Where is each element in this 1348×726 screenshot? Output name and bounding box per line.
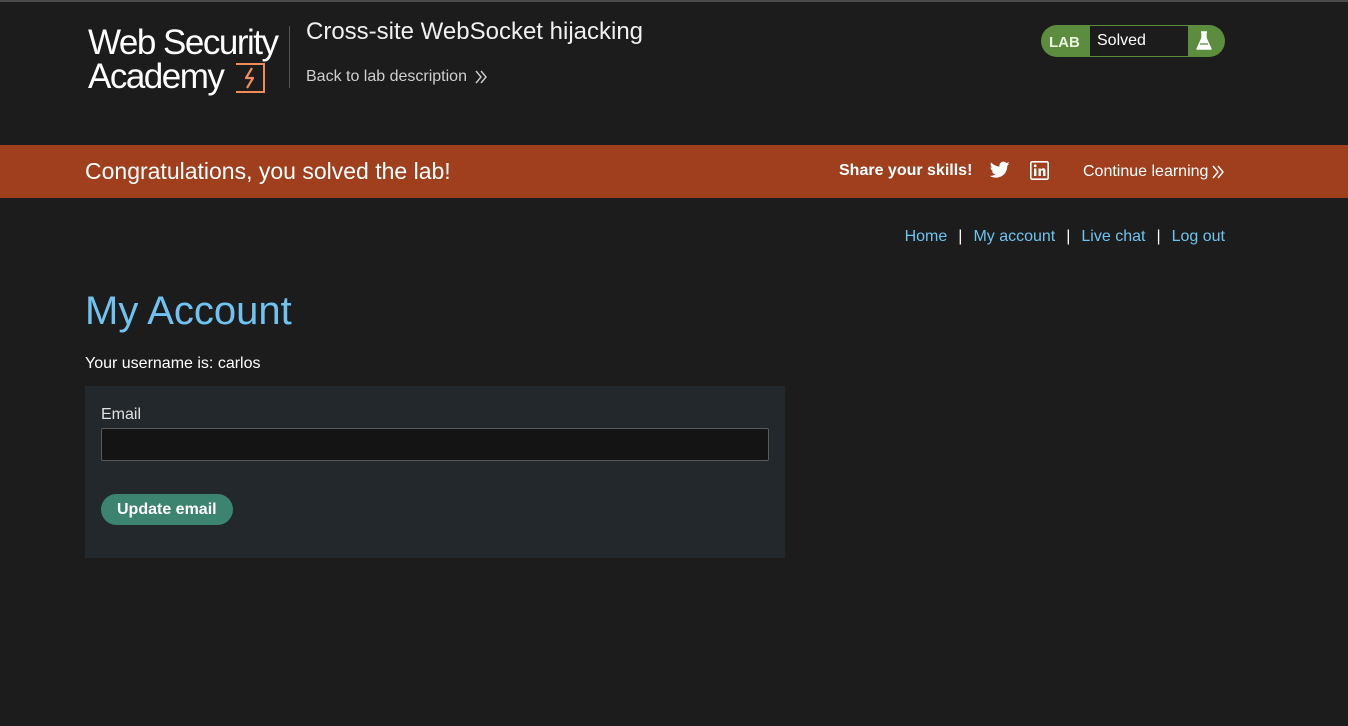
twitter-icon[interactable] [990,161,1010,179]
flask-icon [1196,31,1212,50]
nav-log-out-link[interactable]: Log out [1172,228,1225,246]
email-input[interactable] [101,428,769,461]
lab-state: Solved [1090,26,1188,56]
double-chevron-right-icon [1212,165,1225,179]
lab-tag: LAB [1049,34,1080,51]
share-label: Share your skills! [839,162,973,179]
back-to-lab-description-link[interactable]: Back to lab description [306,68,488,86]
account-nav: Home | My account | Live chat | Log out [905,228,1225,246]
banner-message: Congratulations, you solved the lab! [85,158,451,184]
update-email-button[interactable]: Update email [101,494,233,525]
username-line: Your username is: carlos [85,355,261,372]
back-link-label: Back to lab description [306,68,467,85]
solved-banner: Congratulations, you solved the lab! Sha… [0,145,1348,198]
logo-text-line2: Academy [88,57,225,96]
header: Web Security Academy Cross-site WebSocke… [0,2,1348,145]
nav-separator: | [958,228,963,245]
page-title: My Account [85,289,292,333]
nav-home-link[interactable]: Home [905,228,948,246]
update-email-form: Email Update email [85,386,785,558]
nav-live-chat-link[interactable]: Live chat [1081,228,1145,246]
double-chevron-right-icon [475,70,487,84]
lab-status-widget: LAB Solved [1041,25,1225,57]
continue-learning-link[interactable]: Continue learning [1083,163,1225,181]
lightning-bolt-icon [236,63,265,93]
continue-learning-label: Continue learning [1083,163,1209,180]
nav-separator: | [1066,228,1071,245]
academy-logo[interactable]: Web Security Academy [86,24,286,98]
header-divider [289,26,290,88]
linkedin-icon[interactable] [1030,161,1049,180]
lab-title: Cross-site WebSocket hijacking [306,18,644,45]
nav-my-account-link[interactable]: My account [973,228,1055,246]
email-label: Email [101,406,142,423]
nav-separator: | [1156,228,1161,245]
